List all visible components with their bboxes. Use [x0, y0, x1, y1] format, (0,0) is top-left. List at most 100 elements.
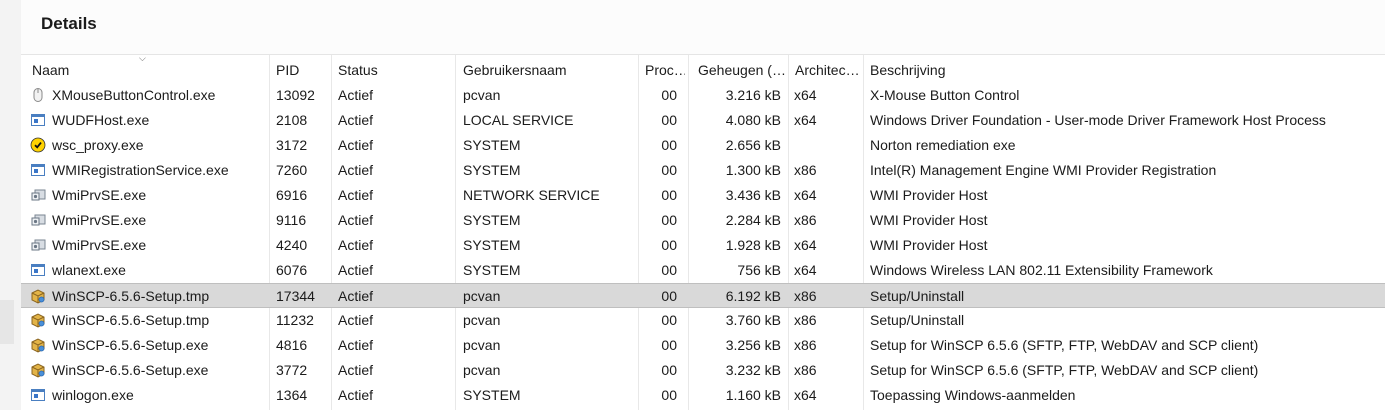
table-row[interactable]: WinSCP-6.5.6-Setup.tmp 17344 Actief pcvan 00… [21, 283, 1385, 308]
description-cell: Setup/Uninstall [870, 312, 965, 328]
status-cell: Actief [338, 262, 374, 278]
nav-item-indicator[interactable] [0, 300, 14, 344]
column-header-pid[interactable]: PID [276, 55, 331, 83]
status-cell: Actief [338, 187, 374, 203]
process-name-cell: WinSCP-6.5.6-Setup.exe [52, 337, 209, 353]
status-cell: Actief [338, 362, 374, 378]
pid-cell: 4816 [276, 337, 308, 353]
process-name-cell: WinSCP-6.5.6-Setup.tmp [52, 312, 210, 328]
architecture-cell: x86 [794, 312, 817, 328]
pid-cell: 7260 [276, 162, 308, 178]
column-header-row: Naam PID Status Gebruikersnaam Proc… Geh… [21, 55, 1385, 83]
status-cell: Actief [338, 312, 374, 328]
status-cell: Actief [338, 212, 374, 228]
memory-cell: 3.256 kB [725, 337, 781, 353]
process-name-cell: winlogon.exe [52, 387, 134, 403]
architecture-cell: x64 [794, 237, 817, 253]
username-cell: SYSTEM [463, 387, 521, 403]
table-row[interactable]: WinSCP-6.5.6-Setup.exe 4816 Actief pcvan 00 3… [21, 333, 1385, 358]
memory-cell: 4.080 kB [725, 112, 781, 128]
column-header-name[interactable]: Naam [32, 55, 262, 83]
column-header-status[interactable]: Status [338, 55, 448, 83]
architecture-cell: x64 [794, 112, 817, 128]
process-name-cell: WmiPrvSE.exe [52, 187, 147, 203]
table-row[interactable]: XMouseButtonControl.exe 13092 Actief pcvan 0… [21, 83, 1385, 108]
username-cell: pcvan [463, 312, 501, 328]
status-cell: Actief [338, 162, 374, 178]
details-panel: Details ⌵ Naam PID Status Gebruikersnaam… [21, 0, 1385, 410]
column-header-architecture[interactable]: Architec… [795, 55, 863, 83]
window-app-icon [30, 112, 46, 128]
norton-icon [30, 137, 46, 153]
column-header-memory[interactable]: Geheugen (… [698, 55, 790, 83]
memory-cell: 756 kB [737, 262, 781, 278]
wmi-icon [30, 237, 46, 253]
username-cell: pcvan [463, 87, 501, 103]
pid-cell: 13092 [276, 87, 315, 103]
architecture-cell: x86 [794, 212, 817, 228]
process-name-cell: XMouseButtonControl.exe [52, 87, 216, 103]
pid-cell: 9116 [276, 212, 307, 228]
table-row[interactable]: WMIRegistrationService.exe 7260 Actief SYST… [21, 158, 1385, 183]
table-row[interactable]: WmiPrvSE.exe 4240 Actief SYSTEM 00 1.928 kB x6… [21, 233, 1385, 258]
architecture-cell: x64 [794, 187, 817, 203]
username-cell: SYSTEM [463, 262, 521, 278]
column-header-username[interactable]: Gebruikersnaam [463, 55, 638, 83]
description-cell: Toepassing Windows-aanmelden [870, 387, 1076, 403]
username-cell: pcvan [463, 337, 501, 353]
memory-cell: 2.656 kB [725, 137, 781, 153]
pid-cell: 4240 [276, 237, 308, 253]
wmi-icon [30, 212, 46, 228]
setup-box-icon [30, 337, 46, 353]
description-cell: Intel(R) Management Engine WMI Provider … [870, 162, 1217, 178]
description-cell: Setup for WinSCP 6.5.6 (SFTP, FTP, WebDA… [870, 362, 1259, 378]
status-cell: Actief [338, 87, 374, 103]
cpu-cell: 00 [661, 312, 677, 328]
process-name-cell: WmiPrvSE.exe [52, 237, 147, 253]
table-row[interactable]: wlanext.exe 6076 Actief SYSTEM 00 756 kB x64 Wi… [21, 258, 1385, 283]
cpu-cell: 00 [661, 137, 677, 153]
column-header-description[interactable]: Beschrijving [870, 55, 1070, 83]
username-cell: pcvan [463, 288, 501, 304]
pid-cell: 2108 [276, 112, 308, 128]
architecture-cell: x64 [794, 262, 817, 278]
page-title: Details [41, 14, 97, 33]
architecture-cell: x64 [794, 387, 817, 403]
window-app-icon [30, 387, 46, 403]
column-header-processor[interactable]: Proc… [645, 55, 685, 83]
process-name-cell: wlanext.exe [52, 262, 126, 278]
process-name-cell: wsc_proxy.exe [52, 137, 144, 153]
memory-cell: 3.232 kB [725, 362, 781, 378]
pid-cell: 1364 [276, 387, 308, 403]
page-header: Details [21, 0, 1385, 55]
cpu-cell: 00 [661, 162, 677, 178]
cpu-cell: 00 [661, 387, 677, 403]
process-name-cell: WmiPrvSE.exe [52, 212, 147, 228]
cpu-cell: 00 [661, 288, 677, 304]
process-name-cell: WMIRegistrationService.exe [52, 162, 229, 178]
description-cell: Setup/Uninstall [870, 288, 965, 304]
table-row[interactable]: WmiPrvSE.exe 6916 Actief NETWORK SERVICE 00 3… [21, 183, 1385, 208]
mouse-icon [30, 87, 46, 103]
setup-box-icon [30, 362, 46, 378]
process-name-cell: WinSCP-6.5.6-Setup.tmp [52, 288, 210, 304]
memory-cell: 3.436 kB [725, 187, 781, 203]
username-cell: pcvan [463, 362, 501, 378]
window-app-icon [30, 162, 46, 178]
wmi-icon [30, 187, 46, 203]
setup-box-icon [30, 312, 46, 328]
status-cell: Actief [338, 337, 374, 353]
process-name-cell: WinSCP-6.5.6-Setup.exe [52, 362, 209, 378]
table-row[interactable]: WUDFHost.exe 2108 Actief LOCAL SERVICE 00 4.0… [21, 108, 1385, 133]
username-cell: NETWORK SERVICE [463, 187, 600, 203]
table-row[interactable]: wsc_proxy.exe 3172 Actief SYSTEM 00 2.656 kB N… [21, 133, 1385, 158]
architecture-cell: x86 [794, 362, 817, 378]
table-row[interactable]: WinSCP-6.5.6-Setup.exe 3772 Actief pcvan 00 3… [21, 358, 1385, 383]
table-row[interactable]: WinSCP-6.5.6-Setup.tmp 11232 Actief pcvan 00… [21, 308, 1385, 333]
description-cell: Norton remediation exe [870, 137, 1016, 153]
table-row[interactable]: winlogon.exe 1364 Actief SYSTEM 00 1.160 kB x6… [21, 383, 1385, 408]
table-row[interactable]: WmiPrvSE.exe 9116 Actief SYSTEM 00 2.284 kB x8… [21, 208, 1385, 233]
architecture-cell: x86 [794, 337, 817, 353]
pid-cell: 11232 [276, 312, 314, 328]
setup-box-icon [30, 288, 46, 304]
